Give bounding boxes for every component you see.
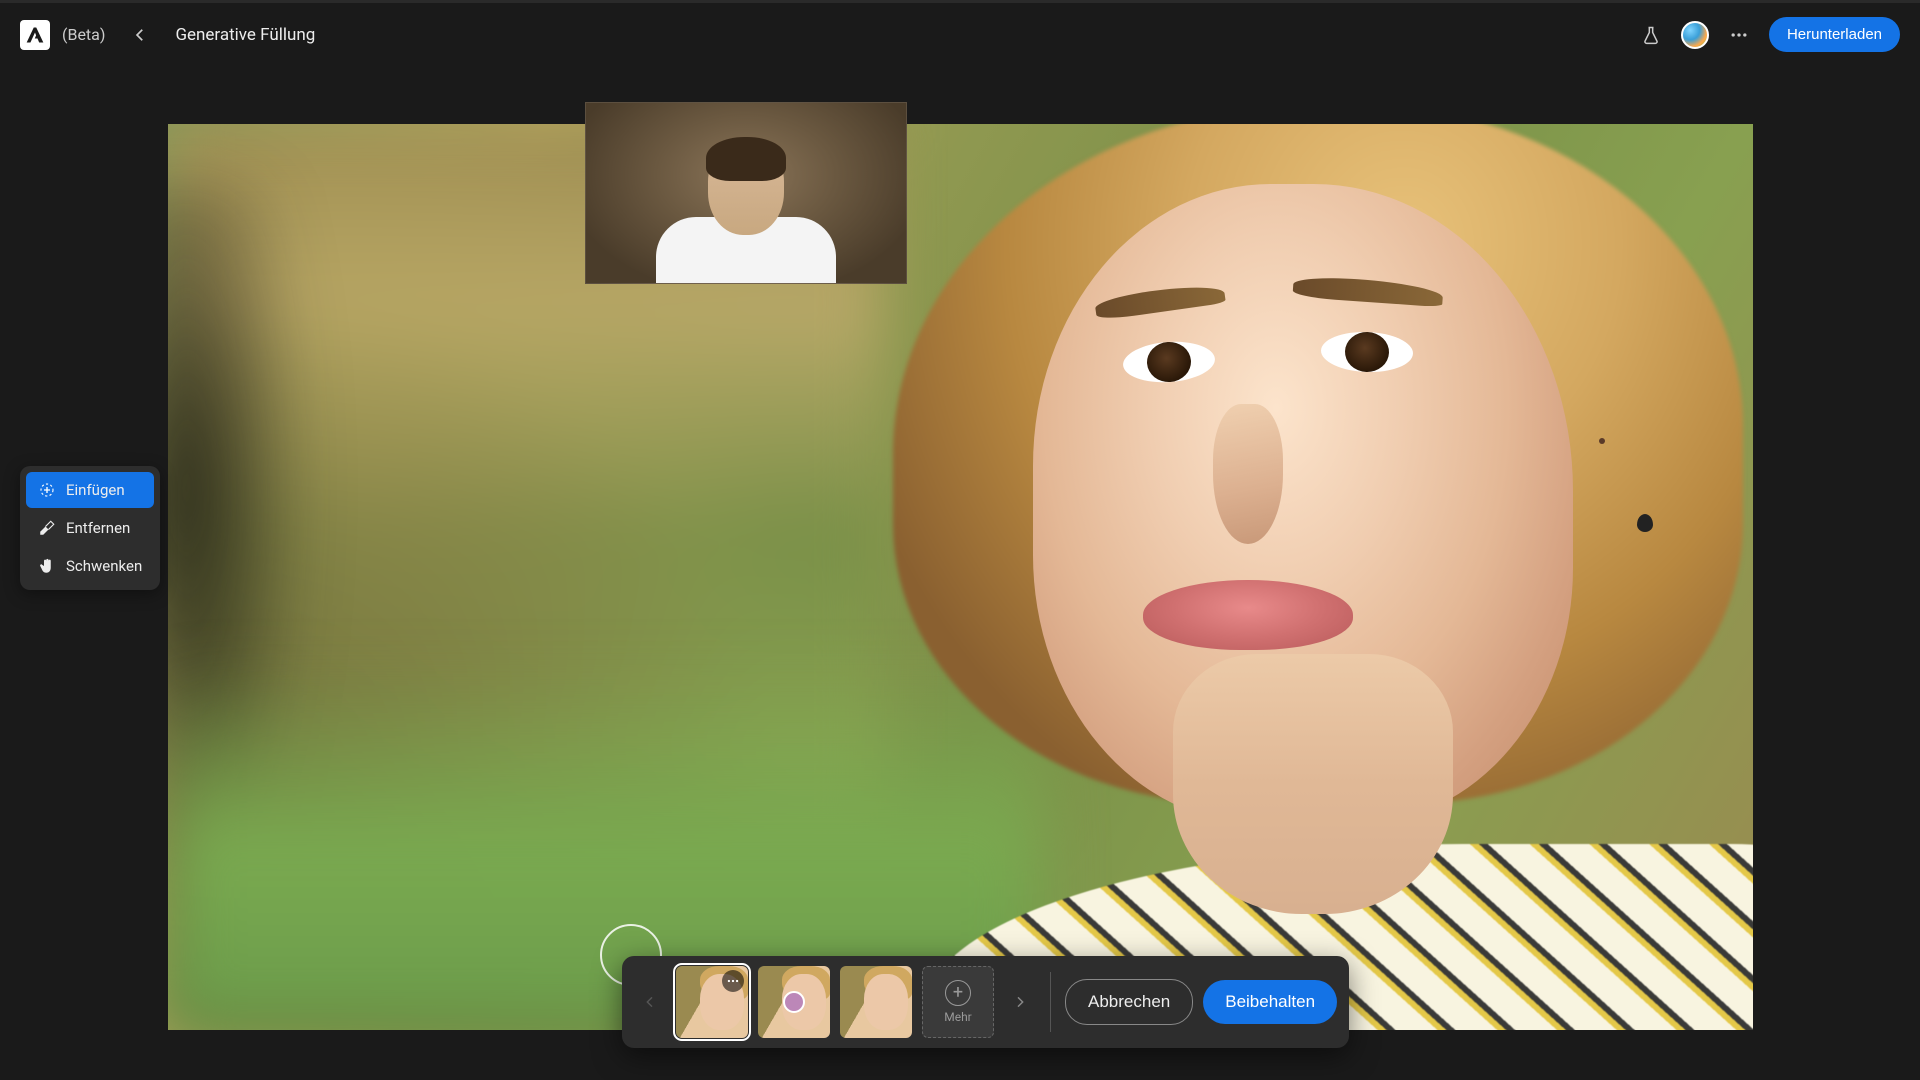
header-left: (Beta) Generative Füllung [20,20,315,50]
back-button[interactable] [125,20,155,50]
tool-panel: Einfügen Entfernen Schwenken [20,466,160,590]
beta-label: (Beta) [62,25,105,44]
tool-insert-label: Einfügen [66,481,125,499]
portrait-subject [833,124,1753,1030]
canvas[interactable] [168,124,1753,1030]
variation-thumbnail-2[interactable] [758,966,830,1038]
chevron-left-icon [131,26,149,44]
more-menu-button[interactable] [1727,23,1751,47]
eraser-icon [38,519,56,537]
portrait-nose [1213,404,1283,544]
tool-pan[interactable]: Schwenken [26,548,154,584]
cancel-button[interactable]: Abbrechen [1065,979,1193,1025]
app-header: (Beta) Generative Füllung Herunterladen [0,0,1920,66]
thumbnail-options-button[interactable] [722,970,744,992]
webcam-overlay [585,102,907,284]
plus-circle-icon: + [945,980,971,1006]
labs-button[interactable] [1639,23,1663,47]
tool-pan-label: Schwenken [66,557,142,575]
hand-icon [38,557,56,575]
divider [1050,972,1051,1032]
variation-thumbnail-3[interactable] [840,966,912,1038]
tool-insert[interactable]: Einfügen [26,472,154,508]
header-right: Herunterladen [1639,17,1900,52]
variation-bar: + Mehr Abbrechen Beibehalten [622,956,1349,1048]
pointer-cursor-icon [783,991,805,1013]
variation-thumbnail-1[interactable] [676,966,748,1038]
ellipsis-icon [1729,25,1749,45]
tool-remove[interactable]: Entfernen [26,510,154,546]
next-variation-button[interactable] [1004,977,1036,1027]
portrait-lips [1143,580,1353,650]
prev-variation-button[interactable] [634,977,666,1027]
generate-more-label: Mehr [944,1010,972,1024]
adobe-logo[interactable] [20,20,50,50]
ellipsis-icon [726,974,740,988]
page-title: Generative Füllung [175,25,315,45]
user-avatar[interactable] [1681,21,1709,49]
keep-button[interactable]: Beibehalten [1203,980,1337,1024]
portrait-earring [1637,514,1653,532]
sparkle-add-icon [38,481,56,499]
download-button[interactable]: Herunterladen [1769,17,1900,52]
adobe-a-icon [25,25,45,45]
webcam-person [656,143,836,283]
tool-remove-label: Entfernen [66,519,130,537]
beaker-icon [1641,25,1661,45]
portrait-mole [1599,438,1605,444]
chevron-left-icon [642,994,658,1010]
generate-more-button[interactable]: + Mehr [922,966,994,1038]
chevron-right-icon [1012,994,1028,1010]
